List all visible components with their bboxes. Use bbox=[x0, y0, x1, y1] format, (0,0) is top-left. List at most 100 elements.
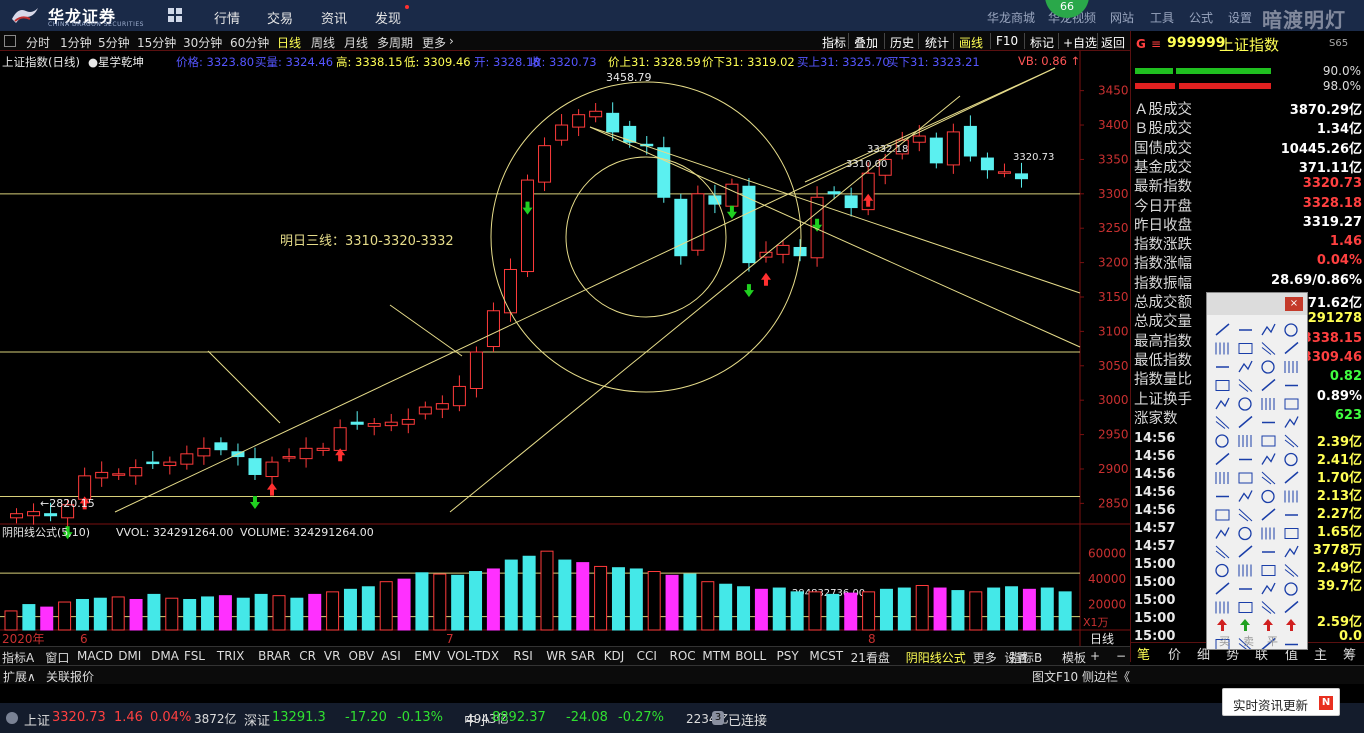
news-update-button[interactable]: 实时资讯更新 N bbox=[1222, 688, 1340, 716]
indicator-tab[interactable]: TRIX bbox=[217, 649, 244, 663]
indicator-tab[interactable]: 窗口 bbox=[45, 649, 69, 666]
draw-tool-icon[interactable] bbox=[1238, 360, 1253, 373]
tool-back[interactable]: 返回 bbox=[1101, 34, 1125, 51]
draw-tool-icon[interactable] bbox=[1284, 323, 1298, 337]
indicator-tab[interactable]: ROC bbox=[670, 649, 696, 663]
indicator-tab[interactable]: MACD bbox=[77, 649, 113, 663]
trade-mark-tool[interactable]: 买 bbox=[1219, 635, 1230, 648]
connection-status[interactable]: 已连接 bbox=[728, 710, 767, 729]
quote-tab[interactable]: 主 bbox=[1314, 644, 1327, 663]
related-quotes-button[interactable]: 关联报价 bbox=[46, 668, 94, 685]
indicator-tab[interactable]: 更多 bbox=[973, 649, 997, 666]
draw-tool-icon[interactable] bbox=[1261, 565, 1276, 576]
draw-tool-icon[interactable] bbox=[1215, 527, 1230, 539]
draw-tool-icon[interactable] bbox=[1261, 471, 1276, 485]
indicator-tab[interactable]: OBV bbox=[349, 649, 375, 663]
toolbox-close-button[interactable]: × bbox=[1285, 297, 1303, 311]
indicator-tab[interactable]: 阴阳线公式 bbox=[906, 649, 966, 666]
menu-tools[interactable]: 工具 bbox=[1150, 9, 1174, 26]
f10-sidebar-button[interactable]: 图文F10 侧边栏《 bbox=[1032, 668, 1130, 685]
period-multi[interactable]: 多周期 bbox=[377, 34, 413, 51]
trade-mark-tool[interactable]: 平 bbox=[1267, 635, 1278, 648]
menu-formula[interactable]: 公式 bbox=[1189, 9, 1213, 26]
indicator-tab[interactable]: CCI bbox=[637, 649, 657, 663]
indicator-tab[interactable]: 指标A bbox=[2, 649, 34, 666]
draw-tool-icon[interactable] bbox=[1284, 398, 1299, 410]
indicator-tab[interactable]: MCST bbox=[809, 649, 843, 663]
quote-tab[interactable]: 筹 bbox=[1343, 644, 1356, 663]
draw-tool-icon[interactable] bbox=[1238, 415, 1253, 429]
draw-tool-icon[interactable] bbox=[1215, 342, 1229, 355]
tool-indicator[interactable]: 指标 bbox=[822, 34, 846, 51]
tool-history[interactable]: 历史 bbox=[890, 34, 914, 51]
indicator-tab-right[interactable]: 模板 bbox=[1062, 649, 1086, 666]
draw-tool-icon[interactable] bbox=[1215, 601, 1229, 614]
period-daily[interactable]: 日线 bbox=[277, 34, 301, 51]
draw-tool-icon[interactable] bbox=[1261, 453, 1276, 465]
tool-drawline[interactable]: 画线 bbox=[959, 34, 983, 51]
status-toggle-icon[interactable] bbox=[6, 712, 18, 724]
indicator-tab-right[interactable]: − bbox=[1116, 649, 1126, 663]
indicator-tab[interactable]: WR bbox=[546, 649, 566, 663]
draw-tool-icon[interactable] bbox=[1215, 416, 1230, 429]
indicator-tab[interactable]: DMA bbox=[151, 649, 179, 663]
period-weekly[interactable]: 周线 bbox=[311, 34, 335, 51]
menu-news[interactable]: 资讯 bbox=[321, 8, 347, 27]
draw-tool-icon[interactable] bbox=[1238, 545, 1253, 558]
period-more[interactable]: 更多 bbox=[422, 34, 446, 51]
draw-tool-icon[interactable] bbox=[1284, 341, 1299, 355]
draw-tool-icon[interactable] bbox=[1284, 416, 1299, 428]
draw-tool-icon[interactable] bbox=[1261, 489, 1275, 504]
indicator-tab[interactable]: KDJ bbox=[604, 649, 625, 663]
draw-tool-icon[interactable] bbox=[1215, 563, 1229, 578]
draw-tool-icon[interactable] bbox=[1286, 619, 1296, 631]
draw-tool-icon[interactable] bbox=[1284, 600, 1299, 614]
quote-tab[interactable]: 价 bbox=[1168, 644, 1181, 663]
tool-mark[interactable]: 标记 bbox=[1030, 34, 1054, 51]
draw-tool-icon[interactable] bbox=[1261, 601, 1276, 614]
indicator-tab[interactable]: PSY bbox=[777, 649, 799, 663]
quote-tab[interactable]: 笔 bbox=[1137, 644, 1150, 663]
draw-tool-icon[interactable] bbox=[1284, 545, 1299, 558]
draw-tool-icon[interactable] bbox=[1284, 434, 1299, 448]
draw-tool-icon[interactable] bbox=[1261, 435, 1276, 447]
kline-chart[interactable]: 2850 2900 2950 3000 3050 3100 3150 3200 3250 3300… bbox=[0, 51, 1130, 646]
draw-tool-icon[interactable] bbox=[1261, 378, 1276, 392]
indicator-tab[interactable]: BOLL bbox=[735, 649, 766, 663]
menu-mall[interactable]: 华龙商城 bbox=[987, 9, 1035, 26]
menu-discover[interactable]: 发现 bbox=[375, 8, 401, 27]
indicator-tab[interactable]: RSI bbox=[513, 649, 533, 663]
draw-tool-icon[interactable] bbox=[1215, 509, 1230, 521]
draw-tool-icon[interactable] bbox=[1284, 490, 1298, 503]
draw-tool-icon[interactable] bbox=[1215, 452, 1230, 466]
draw-tool-icon[interactable] bbox=[1217, 619, 1227, 631]
indicator-tab[interactable]: SAR bbox=[571, 649, 595, 663]
draw-tool-icon[interactable] bbox=[1238, 435, 1252, 447]
formula-name[interactable]: ●星学乾坤 bbox=[88, 54, 144, 70]
draw-tool-icon[interactable] bbox=[1238, 472, 1253, 484]
indicator-tab[interactable]: DMI bbox=[118, 649, 141, 663]
indicator-tab[interactable]: MTM bbox=[702, 649, 730, 663]
indicator-tab-right[interactable]: + bbox=[1090, 649, 1100, 663]
period-fenshi[interactable]: 分时 bbox=[26, 34, 50, 51]
period-30min[interactable]: 30分钟 bbox=[183, 34, 222, 51]
draw-tool-icon[interactable] bbox=[1215, 434, 1229, 448]
indicator-tab[interactable]: ASI bbox=[381, 649, 400, 663]
indicator-tab[interactable]: CR bbox=[299, 649, 316, 663]
period-5min[interactable]: 5分钟 bbox=[98, 34, 130, 51]
chevron-right-icon[interactable]: › bbox=[449, 34, 454, 48]
draw-tool-icon[interactable] bbox=[1238, 343, 1253, 354]
draw-tool-icon[interactable] bbox=[1215, 545, 1230, 559]
draw-tool-icon[interactable] bbox=[1261, 508, 1276, 521]
draw-tool-icon[interactable] bbox=[1215, 380, 1230, 391]
draw-tool-icon[interactable] bbox=[1284, 361, 1298, 373]
draw-tool-icon[interactable] bbox=[1238, 490, 1253, 502]
draw-tool-icon[interactable] bbox=[1238, 602, 1253, 613]
indicator-tab[interactable]: EMV bbox=[414, 649, 440, 663]
draw-tool-icon[interactable] bbox=[1238, 379, 1253, 392]
draw-tool-icon[interactable] bbox=[1261, 360, 1275, 374]
menu-lines-icon[interactable]: ≡ bbox=[1151, 37, 1161, 51]
tool-add-favorite[interactable]: +自选 bbox=[1063, 34, 1097, 51]
draw-tool-icon[interactable] bbox=[1215, 582, 1230, 595]
indicator-tab-right[interactable]: 指标B bbox=[1010, 649, 1042, 666]
